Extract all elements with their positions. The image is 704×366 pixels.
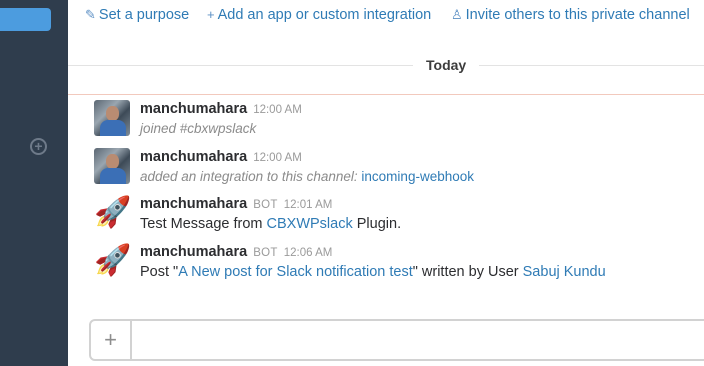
message-text-prefix: added an integration to this channel: xyxy=(140,169,362,184)
plugin-link[interactable]: CBXWPslack xyxy=(267,216,353,232)
message-author[interactable]: manchumahara xyxy=(140,244,247,260)
message-composer: + xyxy=(89,319,704,361)
message-text-prefix: Test Message from xyxy=(140,216,267,232)
divider-line xyxy=(68,65,704,66)
plus-icon: + xyxy=(207,7,215,22)
rocket-icon[interactable]: 🚀 xyxy=(94,195,131,231)
invite-others-link[interactable]: ♙ Invite others to this private channel xyxy=(451,7,690,23)
message-timestamp[interactable]: 12:01 AM xyxy=(284,199,333,211)
message-input[interactable] xyxy=(134,321,704,359)
add-integration-label: Add an app or custom integration xyxy=(217,7,432,23)
integration-link[interactable]: incoming-webhook xyxy=(361,169,474,184)
day-divider-label: Today xyxy=(413,57,480,73)
user-icon: ♙ xyxy=(451,7,463,22)
message-timestamp[interactable]: 12:00 AM xyxy=(253,152,302,164)
message-text: added an integration to this channel: in… xyxy=(140,169,474,184)
day-divider: Today xyxy=(68,52,704,78)
message-text: Post "A New post for Slack notification … xyxy=(140,264,606,280)
message-author[interactable]: manchumahara xyxy=(140,101,247,117)
message-text-prefix: Post " xyxy=(140,264,179,280)
message-text: joined #cbxwpslack xyxy=(140,121,257,136)
set-purpose-link[interactable]: ✎ Set a purpose xyxy=(85,7,189,23)
bot-badge: BOT xyxy=(253,247,278,259)
message-text-mid: " written by User xyxy=(412,264,523,280)
avatar[interactable] xyxy=(94,100,130,136)
message-timestamp[interactable]: 12:00 AM xyxy=(253,104,302,116)
message-text: Test Message from CBXWPslack Plugin. xyxy=(140,216,401,232)
message-timestamp[interactable]: 12:06 AM xyxy=(284,247,333,259)
plus-circle-icon[interactable]: + xyxy=(30,138,47,155)
rocket-icon[interactable]: 🚀 xyxy=(94,243,131,279)
pencil-icon: ✎ xyxy=(85,7,96,22)
add-integration-link[interactable]: + Add an app or custom integration xyxy=(207,7,431,23)
message-list-top-border xyxy=(68,94,704,95)
invite-others-label: Invite others to this private channel xyxy=(465,7,690,23)
sidebar: + xyxy=(0,0,68,366)
message-text-suffix: Plugin. xyxy=(352,216,402,232)
avatar[interactable] xyxy=(94,148,130,184)
message-author[interactable]: manchumahara xyxy=(140,196,247,212)
message-author[interactable]: manchumahara xyxy=(140,149,247,165)
set-purpose-label: Set a purpose xyxy=(98,7,190,23)
bot-badge: BOT xyxy=(253,199,278,211)
sidebar-active-item[interactable] xyxy=(0,8,51,31)
user-link[interactable]: Sabuj Kundu xyxy=(523,264,606,280)
attach-plus-button[interactable]: + xyxy=(91,321,132,359)
post-link[interactable]: A New post for Slack notification test xyxy=(178,264,413,280)
channel-header-actions: ✎ Set a purpose + Add an app or custom int… xyxy=(68,0,704,33)
